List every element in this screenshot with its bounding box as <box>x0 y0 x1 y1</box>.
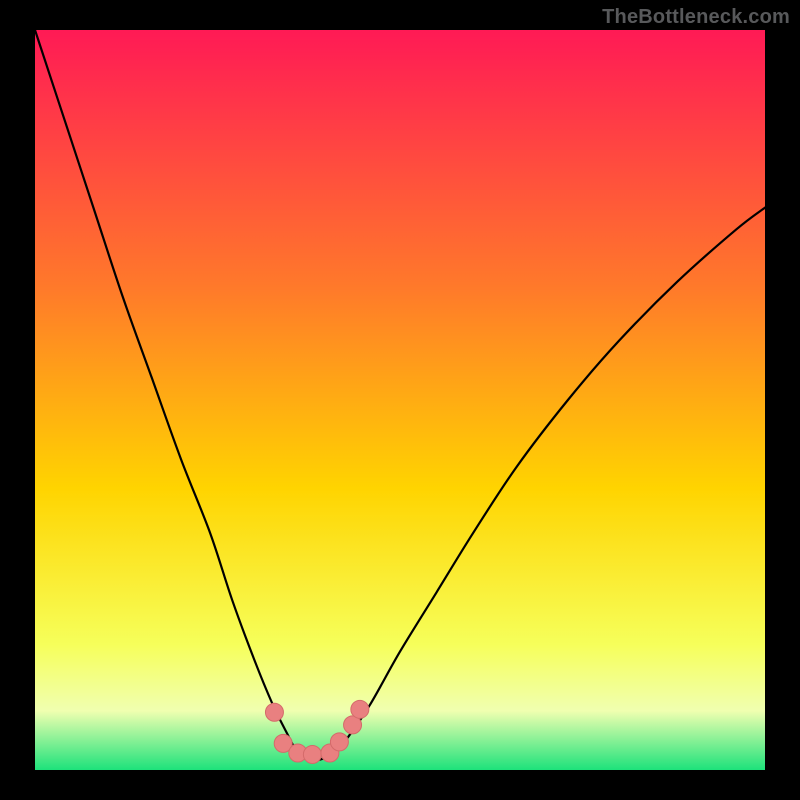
plot-background <box>35 30 765 770</box>
curve-marker <box>303 745 321 763</box>
curve-marker <box>351 700 369 718</box>
bottleneck-chart <box>0 0 800 800</box>
chart-stage: TheBottleneck.com <box>0 0 800 800</box>
curve-marker <box>265 703 283 721</box>
curve-marker <box>330 733 348 751</box>
